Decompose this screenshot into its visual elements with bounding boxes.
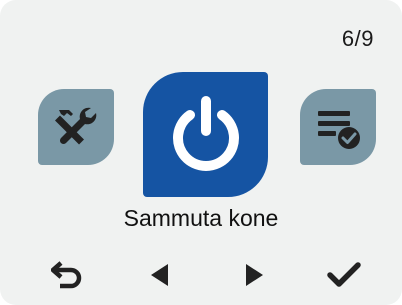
power-icon [172, 95, 239, 171]
next-button[interactable] [232, 253, 276, 297]
tools-icon [55, 107, 97, 145]
previous-button[interactable] [138, 253, 182, 297]
triangle-left-icon [151, 264, 168, 286]
list-check-icon [318, 111, 360, 149]
triangle-right-icon [246, 264, 263, 286]
menu-screen: 6/9 Sammuta kone [0, 0, 402, 305]
confirm-button[interactable] [322, 253, 366, 297]
checkmark-icon [327, 262, 361, 287]
back-button[interactable] [46, 253, 90, 297]
page-indicator: 6/9 [341, 26, 374, 51]
selected-function-label: Sammuta kone [123, 205, 279, 231]
back-arrow-icon [51, 261, 82, 289]
tools-tile[interactable] [38, 89, 114, 165]
checklist-tile[interactable] [300, 89, 376, 165]
power-tile[interactable] [143, 72, 268, 197]
